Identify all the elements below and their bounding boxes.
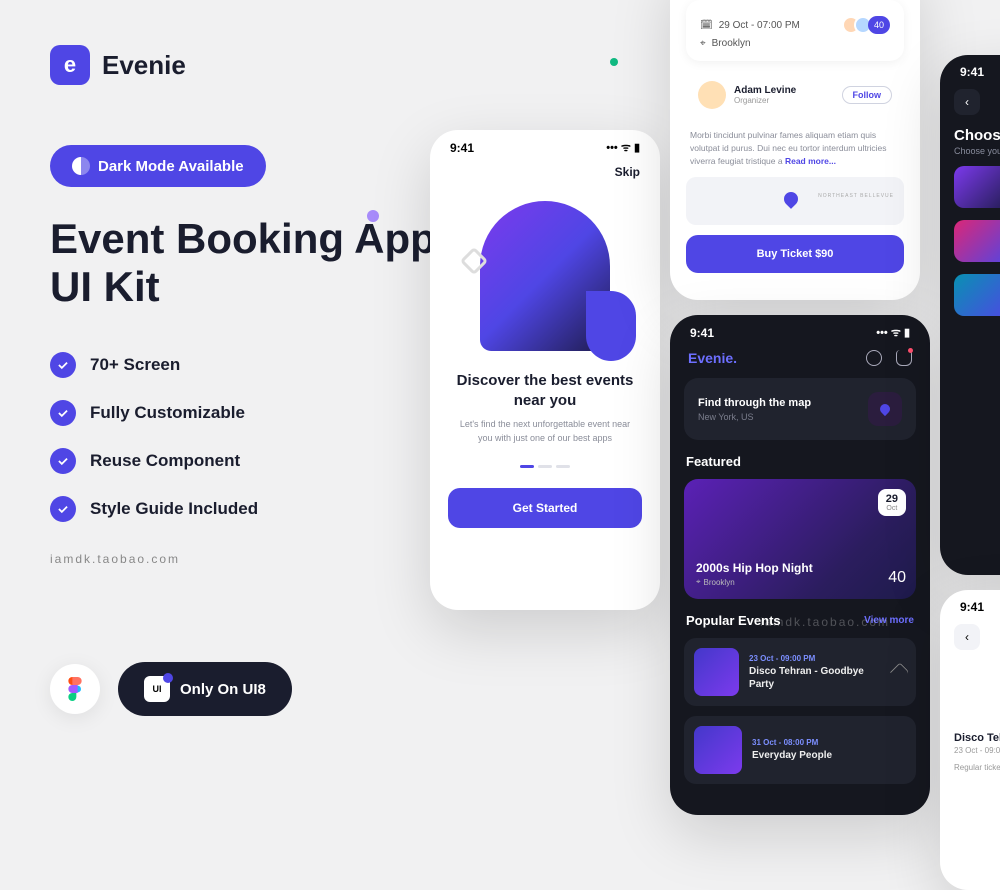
follow-button[interactable]: Follow <box>842 86 893 104</box>
figma-chip <box>50 664 100 714</box>
ticket-type: Regular ticket : <box>954 763 1000 772</box>
half-moon-icon <box>72 157 90 175</box>
deco-dot <box>367 210 379 222</box>
status-time: 9:41 <box>690 326 714 340</box>
bell-icon[interactable] <box>896 350 912 366</box>
phone-onboarding: 9:41 ••• ᯤ ▮ Skip Discover the best event… <box>430 130 660 610</box>
watermark: iamdk.taobao.com <box>50 552 450 566</box>
read-more-link[interactable]: Read more... <box>785 156 836 166</box>
check-icon <box>50 352 76 378</box>
check-icon <box>50 448 76 474</box>
map-pin-icon <box>868 392 902 426</box>
event-datetime: 29 Oct - 07:00 PM <box>719 20 800 31</box>
event-date: 23 Oct - 09:00 PM <box>749 654 883 663</box>
avatar <box>698 81 726 109</box>
feature-list: 70+ Screen Fully Customizable Reuse Comp… <box>50 352 450 522</box>
phone-event-detail: 🗓 29 Oct - 07:00 PM 40 ⌖ Brooklyn Adam Lev… <box>670 0 920 300</box>
map-subtitle: New York, US <box>698 412 811 422</box>
dark-mode-badge: Dark Mode Available <box>50 145 266 187</box>
onboarding-illustration <box>480 201 610 351</box>
app-brand: Evenie. <box>688 350 737 366</box>
map-search-card[interactable]: Find through the map New York, US <box>684 378 916 440</box>
organizer-name: Adam Levine <box>734 85 796 96</box>
map-preview[interactable]: NORTHEAST BELLEVUE <box>686 177 904 225</box>
heart-icon[interactable] <box>890 662 909 681</box>
featured-location: Brooklyn <box>704 578 735 587</box>
organizer-card: Adam LevineOrganizer Follow <box>686 71 904 119</box>
category-thumb <box>954 274 1000 316</box>
event-location: Brooklyn <box>712 38 751 49</box>
feature-label: Fully Customizable <box>90 403 245 423</box>
calendar-icon: 🗓 <box>700 20 713 31</box>
only-on-label: Only On UI8 <box>180 681 266 698</box>
hero-title: Event Booking App UI Kit <box>50 215 450 312</box>
pin-icon: ⌖ <box>700 38 706 49</box>
feature-item: Style Guide Included <box>50 496 450 522</box>
figma-icon <box>67 677 83 701</box>
date-badge: 29Oct <box>878 489 906 516</box>
event-info-card: 🗓 29 Oct - 07:00 PM 40 ⌖ Brooklyn <box>686 0 904 61</box>
feature-label: Reuse Component <box>90 451 240 471</box>
categories-sub: Choose your shows all in o <box>940 146 1000 166</box>
pin-icon: ⌖ <box>696 577 701 587</box>
feature-item: Reuse Component <box>50 448 450 474</box>
feature-label: 70+ Screen <box>90 355 180 375</box>
organizer-role: Organizer <box>734 96 796 105</box>
deco-dot <box>610 58 618 66</box>
logo-icon: e <box>50 45 90 85</box>
check-icon <box>50 496 76 522</box>
event-list-item[interactable]: 31 Oct - 08:00 PMEveryday People <box>684 716 916 784</box>
event-thumb <box>694 648 739 696</box>
event-name: Disco Tehran - Goodbye Party <box>749 665 883 691</box>
map-area-label: NORTHEAST BELLEVUE <box>818 193 894 199</box>
featured-name: 2000s Hip Hop Night <box>696 561 813 575</box>
feature-item: 70+ Screen <box>50 352 450 378</box>
category-thumb <box>954 166 1000 208</box>
onboarding-title: Discover the best events near you <box>430 371 660 410</box>
skip-button[interactable]: Skip <box>430 159 660 185</box>
check-icon <box>50 400 76 426</box>
back-button[interactable]: ‹ <box>954 89 980 115</box>
status-time: 9:41 <box>960 600 984 614</box>
phone-home-dark: 9:41 ••• ᯤ ▮ Evenie. Find through the map… <box>670 315 930 815</box>
event-list-item[interactable]: 23 Oct - 09:00 PM Disco Tehran - Goodbye … <box>684 638 916 706</box>
dark-mode-label: Dark Mode Available <box>98 158 244 175</box>
page-indicator <box>430 465 660 468</box>
search-icon[interactable] <box>866 350 882 366</box>
event-description: Morbi tincidunt pulvinar fames aliquam e… <box>670 129 920 167</box>
feature-item: Fully Customizable <box>50 400 450 426</box>
event-name: Disco Tehran Party <box>954 732 1000 744</box>
attendee-count: 40 <box>868 16 890 34</box>
phone-categories: 9:41 ‹ Choose Choose your shows all in o… <box>940 55 1000 575</box>
event-thumb <box>694 726 742 774</box>
get-started-button[interactable]: Get Started <box>448 488 642 528</box>
section-featured: Featured <box>686 454 741 469</box>
featured-event-card[interactable]: 29Oct 2000s Hip Hop Night ⌖Brooklyn 40 <box>684 479 916 599</box>
only-on-ui8-badge: UI Only On UI8 <box>118 662 292 716</box>
phone-upcoming: 9:41 ‹ Upcom Disco Tehran Party 23 Oct -… <box>940 590 1000 890</box>
onboarding-subtitle: Let's find the next unforgettable event … <box>430 410 660 445</box>
category-item[interactable] <box>954 274 1000 316</box>
status-time: 9:41 <box>450 141 474 155</box>
category-item[interactable]: Music2,340 follo <box>954 220 1000 262</box>
categories-title: Choose <box>940 121 1000 146</box>
event-date: 23 Oct - 09:00 PM <box>954 746 1000 755</box>
attendee-count: 40 <box>888 569 906 587</box>
status-icons: ••• ᯤ ▮ <box>876 325 910 340</box>
category-item[interactable]: Birthday p200 follow <box>954 166 1000 208</box>
ui8-icon: UI <box>144 676 170 702</box>
map-pin-icon <box>781 189 801 209</box>
event-date: 31 Oct - 08:00 PM <box>752 738 832 747</box>
category-thumb <box>954 220 1000 262</box>
feature-label: Style Guide Included <box>90 499 258 519</box>
status-icons: ••• ᯤ ▮ <box>606 140 640 155</box>
brand-logo: e Evenie <box>50 45 450 85</box>
watermark: iamdk.taobao.com <box>760 615 890 629</box>
back-button[interactable]: ‹ <box>954 624 980 650</box>
brand-name: Evenie <box>102 50 186 81</box>
buy-ticket-button[interactable]: Buy Ticket $90 <box>686 235 904 273</box>
map-title: Find through the map <box>698 397 811 409</box>
status-time: 9:41 <box>960 65 984 79</box>
